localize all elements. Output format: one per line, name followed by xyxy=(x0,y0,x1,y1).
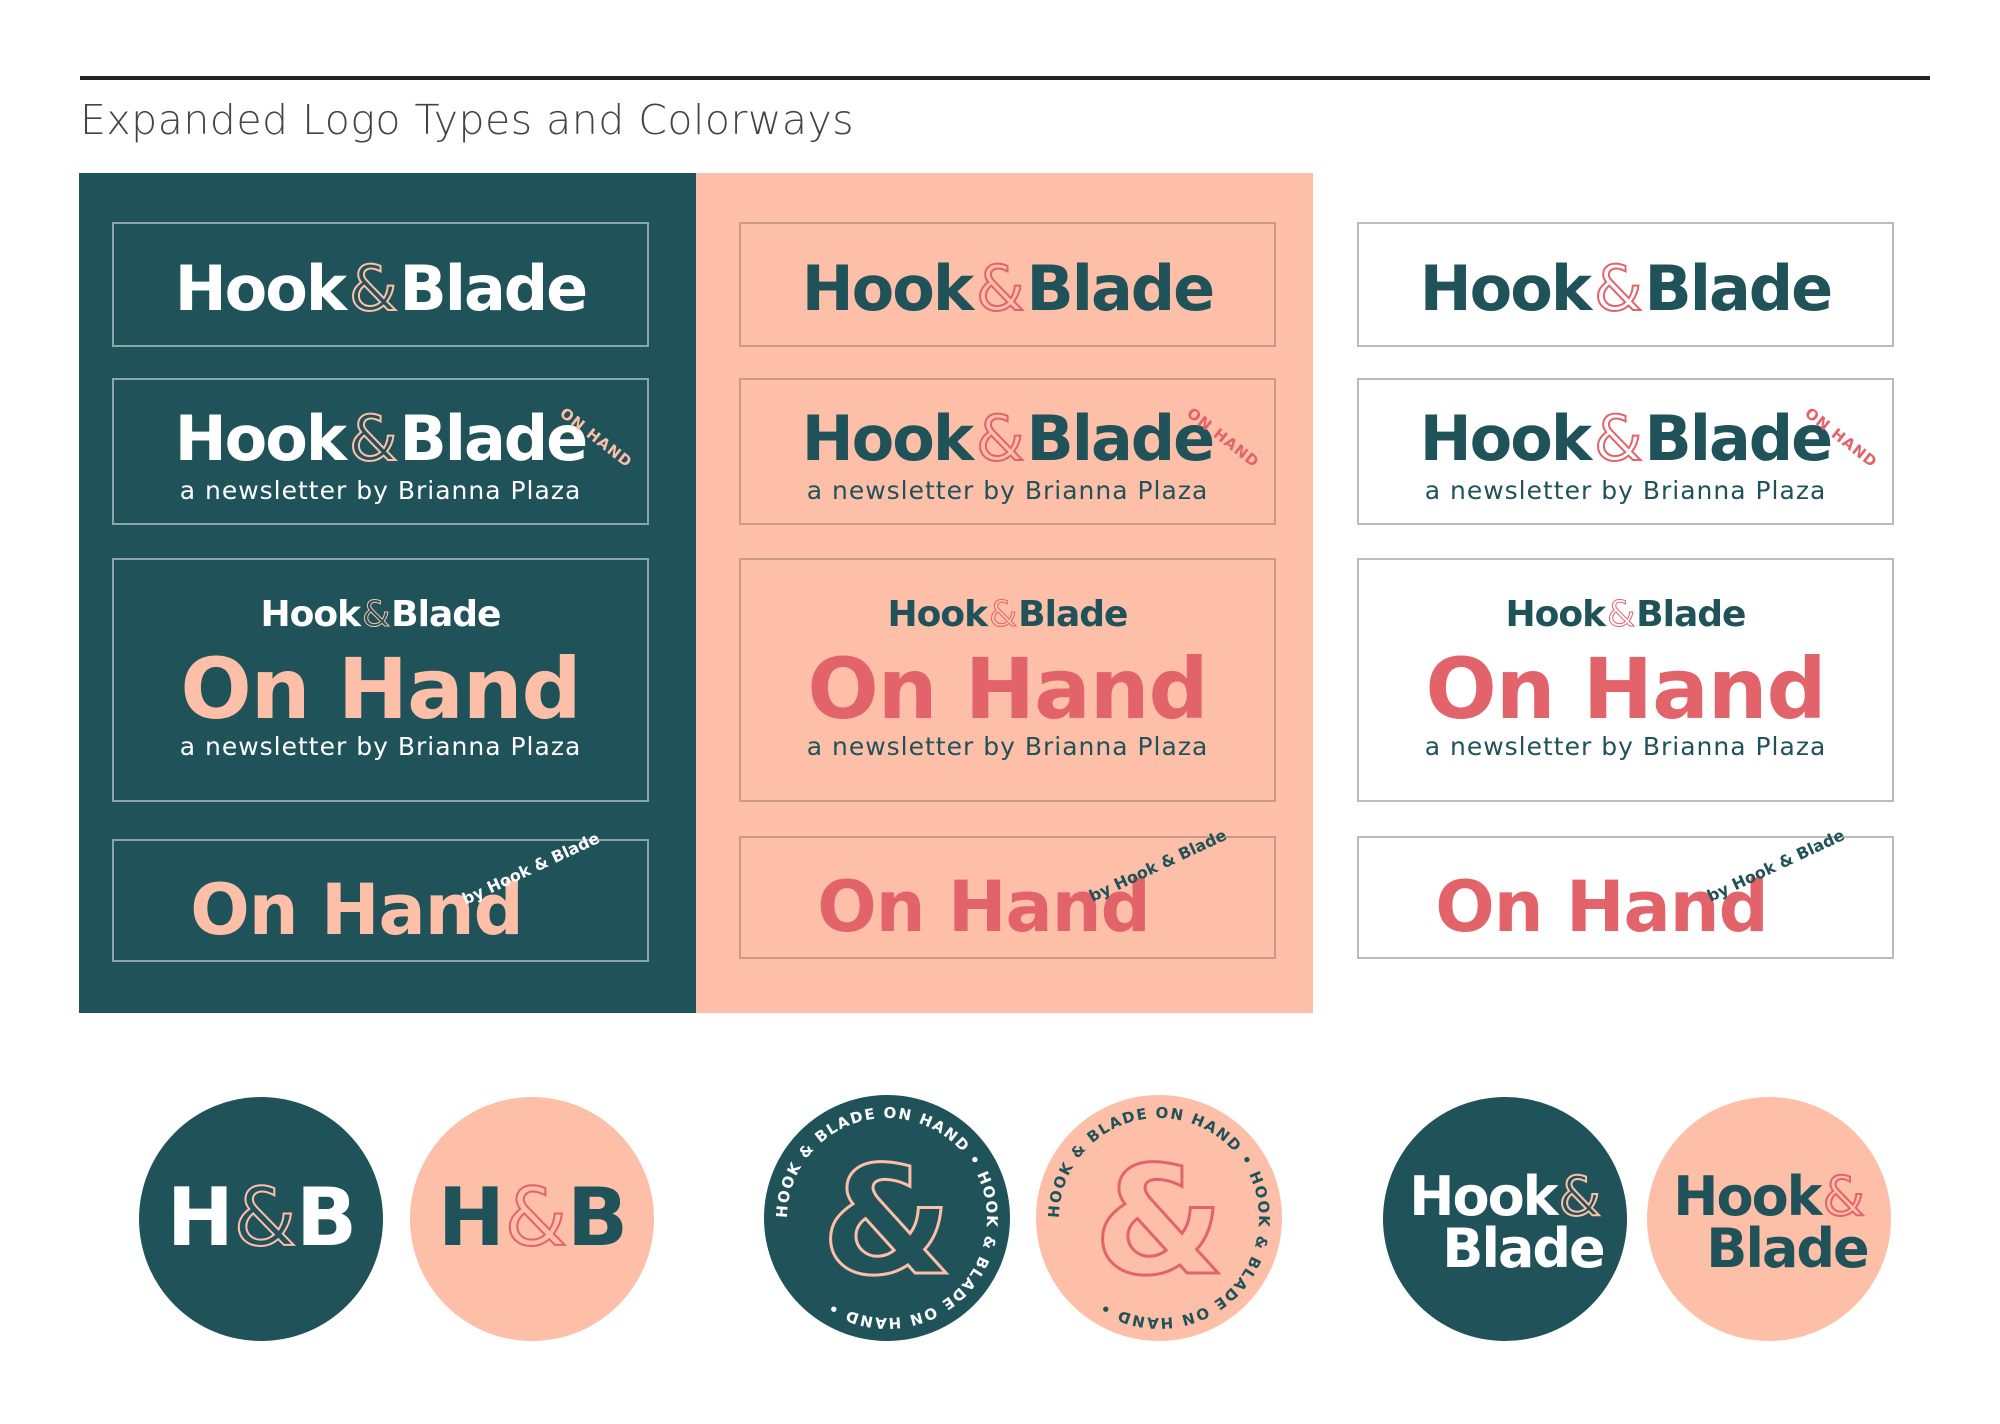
ampersand-icon: & xyxy=(1607,594,1636,636)
monogram-hb: H&B xyxy=(410,1170,654,1265)
monogram-peach: H&B xyxy=(410,1097,654,1341)
logo-on-hand-by-white: On Hand by Hook & Blade xyxy=(1357,825,1894,959)
tagline: a newsletter by Brianna Plaza xyxy=(1424,476,1827,505)
seal-ring-graphic: HOOK & BLADE ON HAND • HOOK & BLADE ON H… xyxy=(1045,1104,1272,1332)
wordmark-blade: Blade xyxy=(1644,402,1833,475)
seal-peach: HOOK & BLADE ON HAND • HOOK & BLADE ON H… xyxy=(1036,1095,1282,1341)
logo-wordmark-tagline-white: Hook&Blade ON HAND a newsletter by Brian… xyxy=(1357,378,1894,525)
wordmark-small: Hook&Blade xyxy=(114,594,647,636)
on-hand-title: On Hand xyxy=(180,640,581,738)
tagline: a newsletter by Brianna Plaza xyxy=(179,476,582,505)
ampersand-icon: & xyxy=(504,1170,568,1265)
logo-wordmark-tagline-peach: Hook&Blade ON HAND a newsletter by Brian… xyxy=(739,378,1276,525)
monogram-h: H xyxy=(166,1171,234,1264)
wordmark-hook: Hook xyxy=(1419,252,1592,325)
logo-wordmark-teal: Hook&Blade xyxy=(112,222,649,347)
on-hand-title: On Hand xyxy=(1425,640,1826,738)
wordmark-hook: Hook xyxy=(801,402,974,475)
monogram-b: B xyxy=(567,1171,628,1264)
logo-on-hand-by-peach: On Hand by Hook & Blade xyxy=(739,825,1276,959)
wordmark-hook: Hook xyxy=(887,594,989,635)
monogram-hb: H&B xyxy=(139,1170,383,1265)
wordmark-hook: Hook xyxy=(1419,402,1592,475)
wordmark: Hook&Blade xyxy=(114,251,647,326)
monogram-h: H xyxy=(437,1171,505,1264)
ampersand-icon: & xyxy=(362,594,391,636)
tagline: a newsletter by Brianna Plaza xyxy=(1424,732,1827,761)
wordmark-blade: Blade xyxy=(1644,252,1833,325)
ampersand-icon: & xyxy=(1593,251,1643,326)
logo-stacked-peach: Hook&Blade On Hand a newsletter by Brian… xyxy=(739,558,1276,802)
page-title: Expanded Logo Types and Colorways xyxy=(80,96,855,144)
wordmark-small: Hook&Blade xyxy=(741,594,1274,636)
wordmark-blade: Blade xyxy=(1442,1217,1605,1280)
wordmark: Hook&Blade xyxy=(741,251,1274,326)
stacked-logo-teal: Hook& Blade xyxy=(1383,1097,1627,1341)
wordmark-hook: Hook xyxy=(260,594,362,635)
ampersand-icon: & xyxy=(348,401,398,476)
wordmark-small: Hook&Blade xyxy=(1359,594,1892,636)
wordmark-hook: Hook xyxy=(174,252,347,325)
on-hand-title: On Hand xyxy=(807,640,1208,738)
ampersand-icon: & xyxy=(348,251,398,326)
wordmark-blade: Blade xyxy=(1706,1217,1869,1280)
logo-wordmark-tagline-teal: Hook&Blade ON HAND a newsletter by Brian… xyxy=(112,378,649,525)
ampersand-icon: & xyxy=(822,1135,953,1309)
wordmark-blade: Blade xyxy=(1018,594,1128,635)
wordmark-hook: Hook xyxy=(1505,594,1607,635)
wordmark-blade: Blade xyxy=(1026,252,1215,325)
logo-on-hand-by-teal: On Hand by Hook & Blade xyxy=(112,828,649,962)
top-rule xyxy=(80,76,1930,80)
stacked-line-2: Blade xyxy=(1401,1217,1627,1280)
wordmark-blade: Blade xyxy=(399,252,588,325)
ampersand-icon: & xyxy=(975,251,1025,326)
ampersand-icon: & xyxy=(1593,401,1643,476)
wordmark-hook: Hook xyxy=(174,402,347,475)
ampersand-icon: & xyxy=(975,401,1025,476)
tagline: a newsletter by Brianna Plaza xyxy=(806,732,1209,761)
logo-wordmark-peach: Hook&Blade xyxy=(739,222,1276,347)
on-hand-title: On Hand xyxy=(1435,866,1768,948)
ampersand-icon: & xyxy=(1094,1135,1225,1309)
ampersand-icon: & xyxy=(233,1170,297,1265)
wordmark-blade: Blade xyxy=(399,402,588,475)
on-hand-title: On Hand xyxy=(817,866,1150,948)
seal-ring-graphic: HOOK & BLADE ON HAND • HOOK & BLADE ON H… xyxy=(773,1104,1000,1332)
stacked-line-2: Blade xyxy=(1665,1217,1891,1280)
monogram-b: B xyxy=(296,1171,357,1264)
wordmark-hook: Hook xyxy=(801,252,974,325)
stacked-logo-peach: Hook& Blade xyxy=(1647,1097,1891,1341)
wordmark-blade: Blade xyxy=(1026,402,1215,475)
wordmark: Hook&Blade xyxy=(1359,251,1892,326)
ampersand-icon: & xyxy=(989,594,1018,636)
monogram-teal: H&B xyxy=(139,1097,383,1341)
wordmark-blade: Blade xyxy=(1636,594,1746,635)
logo-stacked-teal: Hook&Blade On Hand a newsletter by Brian… xyxy=(112,558,649,802)
seal-teal: HOOK & BLADE ON HAND • HOOK & BLADE ON H… xyxy=(764,1095,1010,1341)
logo-wordmark-white: Hook&Blade xyxy=(1357,222,1894,347)
tagline: a newsletter by Brianna Plaza xyxy=(806,476,1209,505)
wordmark-blade: Blade xyxy=(391,594,501,635)
tagline: a newsletter by Brianna Plaza xyxy=(179,732,582,761)
logo-stacked-white: Hook&Blade On Hand a newsletter by Brian… xyxy=(1357,558,1894,802)
on-hand-title: On Hand xyxy=(190,869,523,951)
